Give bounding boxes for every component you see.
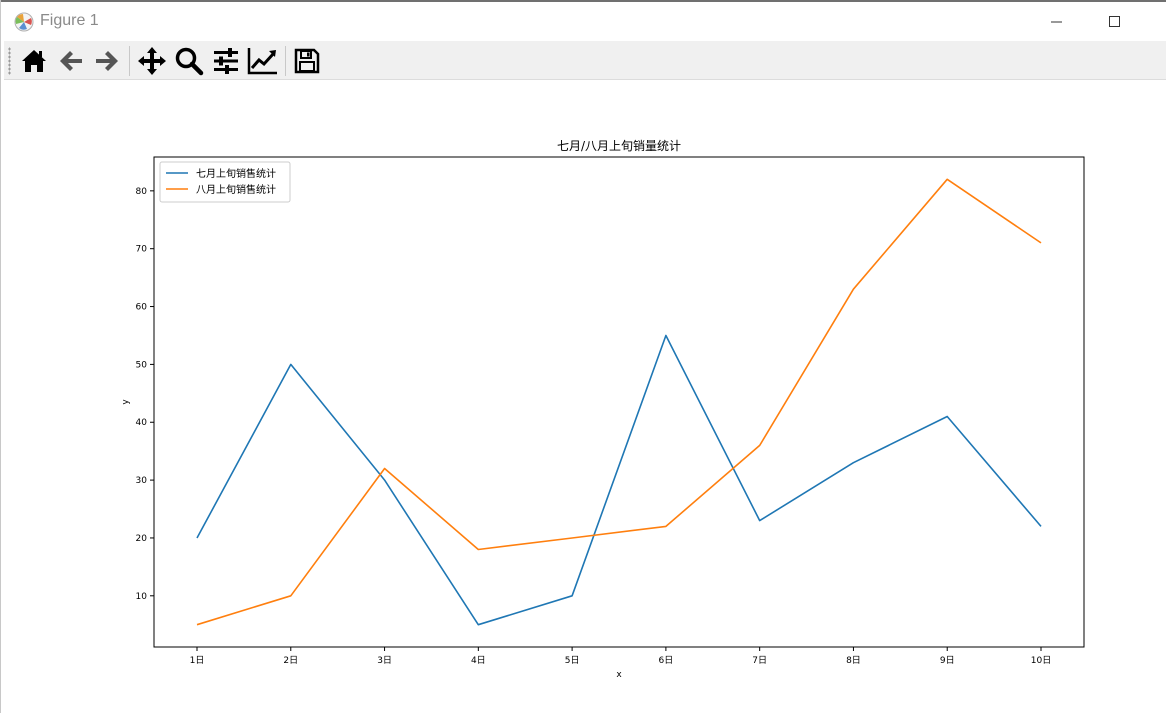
chart-legend: 七月上旬销售统计八月上旬销售统计 xyxy=(159,161,291,203)
y-tick-label: 70 xyxy=(136,245,148,255)
x-tick-label: 6日 xyxy=(659,655,674,666)
forward-button[interactable] xyxy=(91,45,123,77)
configure-subplots-icon xyxy=(214,48,238,74)
minimize-button[interactable] xyxy=(1034,8,1080,36)
axes-frame xyxy=(153,156,1085,648)
series-line-2 xyxy=(196,178,1042,626)
x-tick-label: 2日 xyxy=(283,655,298,666)
x-tick-label: 9日 xyxy=(940,655,955,666)
forward-arrow-icon xyxy=(96,51,118,71)
home-icon xyxy=(22,50,46,72)
toolbar-grip[interactable] xyxy=(8,47,11,75)
configure-subplots-button[interactable] xyxy=(210,45,242,77)
x-axis-ticks: 1日 2日 3日 4日 5日 6日 7日 8日 9日 10日 xyxy=(190,647,1051,666)
y-axis-label: y xyxy=(121,399,131,405)
maximize-icon xyxy=(1109,16,1120,27)
home-button[interactable] xyxy=(18,45,50,77)
y-tick-label: 50 xyxy=(136,360,148,370)
navigation-toolbar xyxy=(4,41,1166,80)
minimize-icon xyxy=(1051,21,1062,23)
series-line-1 xyxy=(196,334,1042,626)
pan-button[interactable] xyxy=(136,45,168,77)
y-tick-label: 30 xyxy=(136,476,148,486)
matplotlib-app-icon xyxy=(14,12,34,32)
y-tick-label: 10 xyxy=(136,592,148,602)
edit-axis-icon xyxy=(247,48,277,75)
x-tick-label: 7日 xyxy=(752,655,767,666)
back-button[interactable] xyxy=(55,45,87,77)
zoom-button[interactable] xyxy=(173,45,205,77)
zoom-icon xyxy=(175,47,204,76)
y-axis-ticks: 10 20 30 40 50 60 70 80 xyxy=(136,187,154,602)
window-title: Figure 1 xyxy=(40,12,99,29)
x-tick-label: 8日 xyxy=(846,655,861,666)
title-bar: Figure 1 xyxy=(2,2,1166,40)
y-tick-label: 20 xyxy=(136,534,148,544)
figure-window: Figure 1 1日 2日 3日 4日 5日 6日 7日 8日 9日 10日 … xyxy=(0,0,1166,713)
back-arrow-icon xyxy=(60,51,82,71)
x-tick-label: 3日 xyxy=(377,655,392,666)
plot-lines xyxy=(196,178,1042,626)
legend-box xyxy=(159,161,291,203)
y-tick-label: 60 xyxy=(136,303,148,313)
toolbar-separator xyxy=(285,46,286,76)
line-chart: 1日 2日 3日 4日 5日 6日 7日 8日 9日 10日 10 20 30 40 50 60 70 80 七… xyxy=(121,139,1085,680)
figure-canvas[interactable]: 1日 2日 3日 4日 5日 6日 7日 8日 9日 10日 10 20 30 40 50 60 70 80 七… xyxy=(4,81,1166,713)
edit-axis-button[interactable] xyxy=(247,45,279,77)
x-tick-label: 4日 xyxy=(471,655,486,666)
save-button[interactable] xyxy=(291,45,323,77)
pan-icon xyxy=(138,47,166,75)
legend-label: 八月上旬销售统计 xyxy=(196,183,276,196)
x-tick-label: 5日 xyxy=(565,655,580,666)
legend-label: 七月上旬销售统计 xyxy=(196,167,276,180)
x-axis-label: x xyxy=(616,670,622,680)
maximize-button[interactable] xyxy=(1092,8,1138,36)
toolbar-separator xyxy=(129,46,130,76)
save-icon xyxy=(294,48,320,74)
x-tick-label: 1日 xyxy=(190,655,205,666)
chart-title: 七月/八月上旬销量统计 xyxy=(557,139,681,153)
y-tick-label: 80 xyxy=(136,187,148,197)
y-tick-label: 40 xyxy=(136,418,148,428)
x-tick-label: 10日 xyxy=(1031,655,1051,666)
